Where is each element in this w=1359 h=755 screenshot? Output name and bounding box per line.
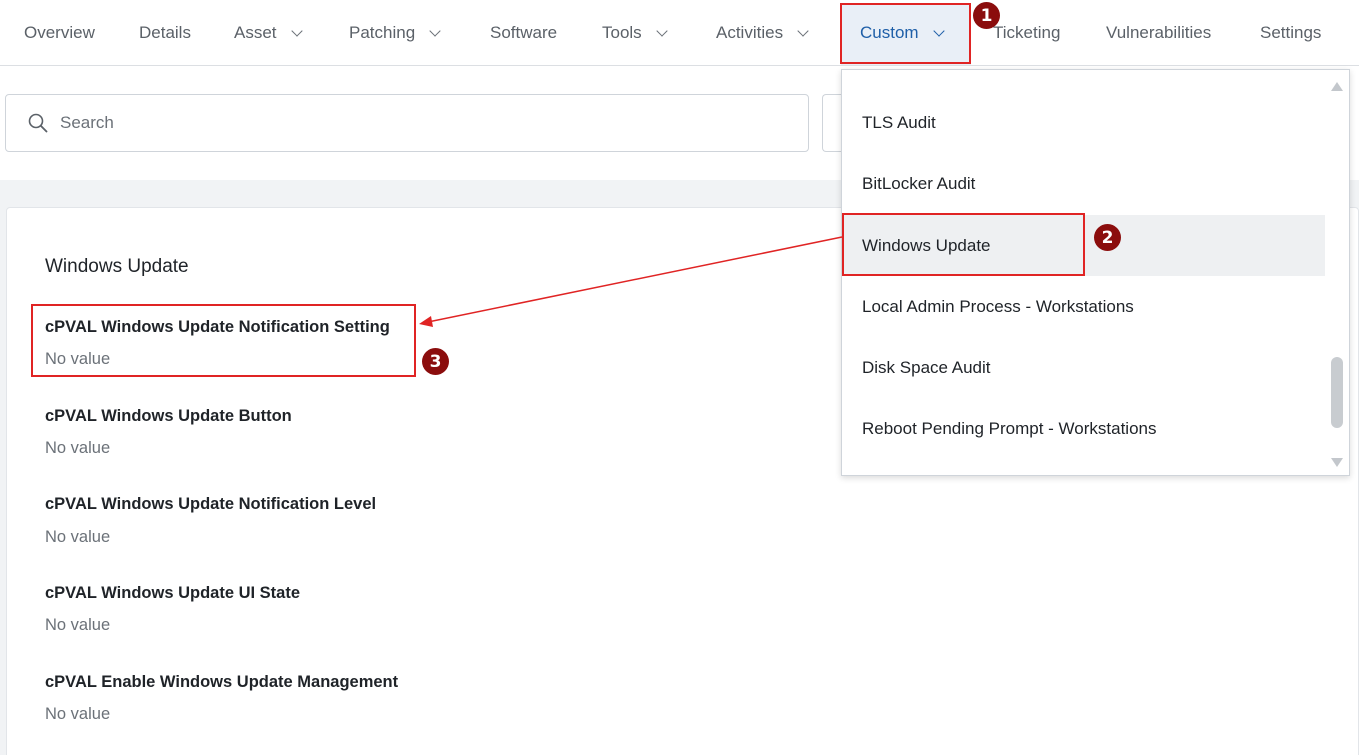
annotation-arrow: [419, 236, 843, 327]
step-badge-3: 3: [422, 348, 449, 375]
step-badge-2: 2: [1094, 224, 1121, 251]
step-badge-1: 1: [973, 2, 1000, 29]
